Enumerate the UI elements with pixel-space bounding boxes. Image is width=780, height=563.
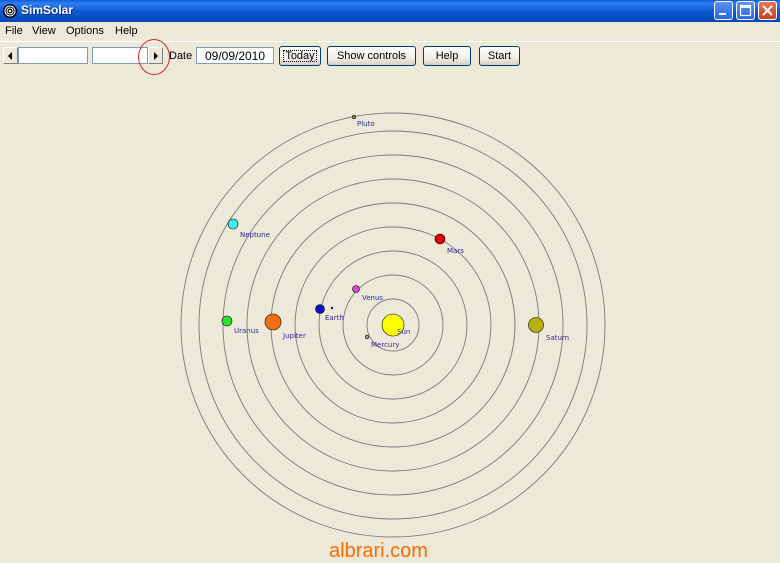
today-button[interactable]: Today (279, 46, 321, 66)
simsolar-app-icon (3, 4, 17, 18)
sun-label: Sun (397, 328, 410, 336)
neptune-body[interactable] (227, 218, 239, 230)
mercury-body[interactable] (364, 334, 370, 340)
venus-body[interactable] (352, 285, 360, 293)
neptune-label: Neptune (240, 231, 270, 239)
jupiter-label: Jupiter (282, 332, 306, 340)
minimize-icon (719, 13, 726, 15)
scroll-left-button[interactable] (3, 47, 18, 64)
moon-body (330, 306, 334, 310)
start-button[interactable]: Start (479, 46, 520, 66)
close-icon (762, 5, 773, 16)
maximize-button[interactable] (736, 1, 755, 20)
menu-options[interactable]: Options (66, 25, 104, 37)
menu-bar: File View Options Help (0, 22, 780, 41)
earth-label: Earth (325, 314, 344, 322)
close-button[interactable] (758, 1, 777, 20)
help-button[interactable]: Help (423, 46, 471, 66)
date-label: Date (169, 50, 193, 62)
menu-help[interactable]: Help (115, 25, 138, 37)
scroll-field-1[interactable] (18, 47, 88, 64)
saturn-label: Saturn (546, 334, 569, 342)
minimize-button[interactable] (714, 1, 733, 20)
focus-rectangle (283, 50, 317, 62)
mercury-label: Mercury (371, 341, 399, 349)
uranus-body[interactable] (221, 315, 233, 327)
title-bar: SimSolar (0, 0, 780, 22)
menu-file[interactable]: File (5, 25, 23, 37)
menu-view[interactable]: View (32, 25, 56, 37)
planet-bodies: Sun Mercury Venus Earth Mars Jupiter Saturn Ura… (221, 114, 569, 349)
pluto-body[interactable] (351, 114, 357, 120)
mars-body[interactable] (434, 233, 446, 245)
saturn-body[interactable] (528, 317, 544, 333)
uranus-label: Uranus (234, 327, 259, 335)
pluto-label: Pluto (357, 120, 375, 128)
earth-body[interactable] (315, 304, 325, 314)
jupiter-body[interactable] (264, 313, 282, 331)
menu-divider (0, 41, 780, 42)
watermark: albrari.com (329, 540, 428, 562)
mars-label: Mars (447, 247, 464, 255)
window-title: SimSolar (21, 3, 74, 17)
solar-system-view[interactable]: Sun Mercury Venus Earth Mars Jupiter Saturn Ura… (0, 68, 780, 538)
maximize-icon (739, 4, 752, 17)
show-controls-button[interactable]: Show controls (327, 46, 416, 66)
arrow-left-icon (8, 52, 12, 60)
venus-label: Venus (362, 294, 383, 302)
date-field[interactable]: 09/09/2010 (196, 47, 274, 64)
